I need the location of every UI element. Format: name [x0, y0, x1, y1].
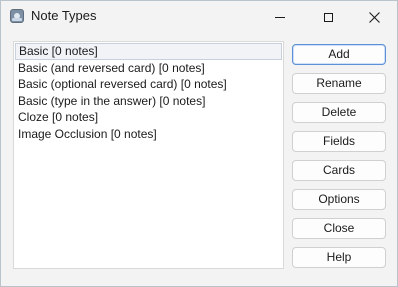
options-button[interactable]: Options	[292, 189, 386, 210]
maximize-icon	[323, 12, 333, 22]
minimize-icon	[275, 16, 285, 18]
fields-button[interactable]: Fields	[292, 131, 386, 152]
list-item[interactable]: Basic (type in the answer) [0 notes]	[15, 93, 282, 110]
rename-button[interactable]: Rename	[292, 73, 386, 94]
list-item[interactable]: Cloze [0 notes]	[15, 109, 282, 126]
note-types-list[interactable]: Basic [0 notes] Basic (and reversed card…	[13, 41, 284, 269]
close-button[interactable]: Close	[292, 218, 386, 239]
maximize-button[interactable]	[305, 1, 351, 33]
help-button[interactable]: Help	[292, 247, 386, 268]
delete-button[interactable]: Delete	[292, 102, 386, 123]
list-item[interactable]: Basic [0 notes]	[15, 43, 282, 60]
window-title: Note Types	[31, 8, 97, 23]
list-item[interactable]: Basic (optional reversed card) [0 notes]	[15, 76, 282, 93]
list-item[interactable]: Image Occlusion [0 notes]	[15, 126, 282, 143]
note-types-window: Note Types Basic [0 notes] Basic (and re…	[0, 0, 398, 287]
close-window-button[interactable]	[351, 1, 397, 33]
anki-app-icon	[10, 9, 24, 23]
cards-button[interactable]: Cards	[292, 160, 386, 181]
close-icon	[368, 11, 380, 23]
title-bar[interactable]: Note Types	[1, 1, 397, 33]
minimize-button[interactable]	[257, 1, 303, 33]
add-button[interactable]: Add	[292, 44, 386, 65]
list-item[interactable]: Basic (and reversed card) [0 notes]	[15, 60, 282, 77]
